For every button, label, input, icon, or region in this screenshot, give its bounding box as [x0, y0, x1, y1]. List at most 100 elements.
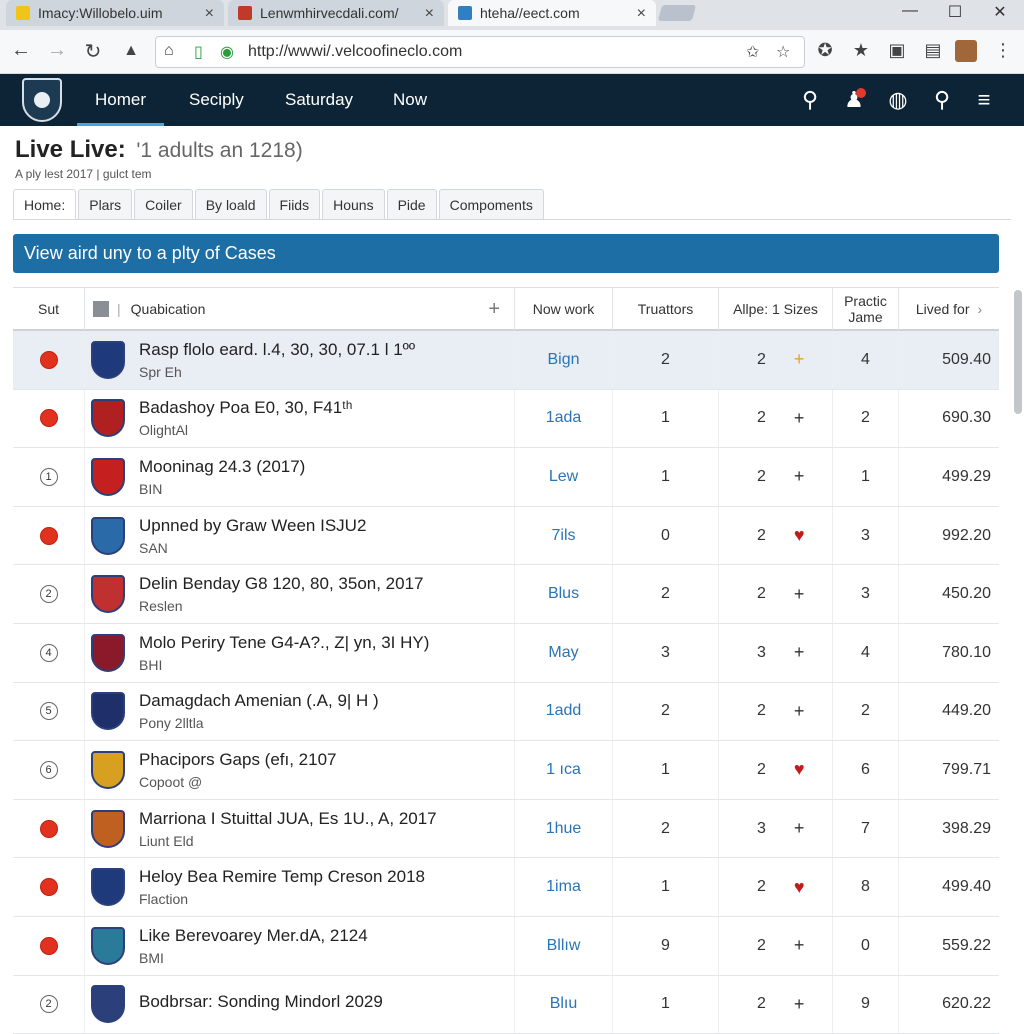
table-row[interactable]: 6 Phacipors Gaps (efı, 2107 Copoot @ 1 ıca 1… — [13, 741, 999, 800]
tab-fiids[interactable]: Fiids — [268, 189, 321, 219]
table-row[interactable]: 2 Bodbrsar: Sonding Mindorl 2029 Blıu 1 2 +9 6… — [13, 975, 999, 1034]
site-info-icon[interactable]: ◉ — [220, 42, 234, 62]
cast-icon[interactable]: ▣ — [884, 40, 910, 61]
row-title[interactable]: Mooninag 24.3 (2017) — [139, 457, 305, 477]
name-cell[interactable]: Damagdach Amenian (.A, 9| H ) Pony 2lltla — [85, 682, 515, 741]
heart-icon[interactable]: ♥ — [794, 877, 805, 898]
nav-home[interactable]: Homer — [76, 90, 165, 126]
now-work-cell[interactable]: 1add — [515, 682, 613, 741]
forward-arrow-icon[interactable]: → — [44, 39, 70, 62]
name-cell[interactable]: Molo Periry Tene G4-A?., Z| yn, 3I HY) BH… — [85, 623, 515, 682]
chevron-right-icon[interactable]: › — [978, 301, 983, 317]
browser-tab-active[interactable]: hteha//eect.com × — [448, 0, 656, 26]
now-work-cell[interactable]: Lew — [515, 448, 613, 506]
row-title[interactable]: Heloy Bea Remire Temp Creson 2018 — [139, 867, 425, 887]
tab-plars[interactable]: Plars — [78, 189, 133, 219]
nav-seciply[interactable]: Seciply — [189, 90, 244, 110]
tab-houns[interactable]: Houns — [322, 189, 385, 219]
now-work-cell[interactable]: Blıu — [515, 975, 613, 1034]
row-title[interactable]: Like Berevoarey Mer.dA, 2124 — [139, 926, 368, 946]
name-cell[interactable]: Heloy Bea Remire Temp Creson 2018 Flactio… — [85, 858, 515, 916]
tab-by-loald[interactable]: By loald — [194, 189, 267, 219]
now-work-cell[interactable]: 1 ıca — [515, 741, 613, 799]
close-icon[interactable]: × — [425, 5, 434, 23]
now-work-cell[interactable]: Bllıw — [515, 916, 613, 975]
now-work-cell[interactable]: Bign — [515, 331, 613, 389]
col-header-truattors[interactable]: Truattors — [613, 288, 719, 330]
heart-icon[interactable]: ♥ — [794, 525, 805, 546]
row-title[interactable]: Bodbrsar: Sonding Mindorl 2029 — [139, 992, 383, 1012]
name-cell[interactable]: Phacipors Gaps (efı, 2107 Copoot @ — [85, 741, 515, 799]
user-icon[interactable]: ◍ — [884, 87, 912, 113]
row-title[interactable]: Rasp flolo eard. l.4, 30, 30, 07.1 l 1ºº — [139, 340, 415, 360]
plus-icon[interactable]: + — [794, 408, 805, 429]
plus-icon[interactable]: + — [794, 994, 805, 1015]
maximize-button[interactable]: ☐ — [940, 2, 970, 22]
reload-icon[interactable]: ↻ — [80, 39, 106, 64]
window-close-button[interactable]: ✕ — [985, 2, 1015, 22]
row-title[interactable]: Badashoy Poa E0, 30, F41ᵗʰ — [139, 398, 352, 418]
plus-icon[interactable]: + — [794, 584, 805, 605]
table-row[interactable]: 4 Molo Periry Tene G4-A?., Z| yn, 3I HY) B… — [13, 623, 999, 683]
now-work-cell[interactable]: 1ima — [515, 858, 613, 916]
now-work-cell[interactable]: 1ada — [515, 389, 613, 448]
scrollbar-thumb[interactable] — [1014, 290, 1022, 414]
nav-now[interactable]: Now — [393, 90, 427, 110]
table-row[interactable]: 2 Delin Benday G8 120, 80, 35on, 2017 Resl… — [13, 565, 999, 624]
col-header-sizes[interactable]: Allpe: 1 Sizes — [719, 288, 833, 330]
table-row[interactable]: Marriona I Stuittal JUA, Es 1U., A, 2017… — [13, 799, 999, 859]
now-work-cell[interactable]: 7ils — [515, 506, 613, 565]
browser-tab[interactable]: Lenwmhirvecdali.com/ × — [228, 0, 444, 26]
name-cell[interactable]: Like Berevoarey Mer.dA, 2124 BMI — [85, 916, 515, 975]
name-cell[interactable]: Rasp flolo eard. l.4, 30, 30, 07.1 l 1ºº… — [85, 331, 515, 389]
row-title[interactable]: Marriona I Stuittal JUA, Es 1U., A, 2017 — [139, 809, 437, 829]
search-icon[interactable]: ⚲ — [928, 87, 956, 113]
name-cell[interactable]: Bodbrsar: Sonding Mindorl 2029 — [85, 975, 515, 1034]
tab-coiler[interactable]: Coiler — [134, 189, 193, 219]
browser-tab[interactable]: Imacy:Willobelo.uim × — [6, 0, 224, 26]
name-cell[interactable]: Upnned by Graw Ween ISJU2 SAN — [85, 506, 515, 565]
row-title[interactable]: Damagdach Amenian (.A, 9| H ) — [139, 691, 379, 711]
col-header-qualification[interactable]: | Quabication + — [85, 288, 515, 330]
name-cell[interactable]: Delin Benday G8 120, 80, 35on, 2017 Resle… — [85, 565, 515, 623]
plus-icon[interactable]: + — [794, 701, 805, 722]
add-column-icon[interactable]: + — [488, 298, 500, 321]
col-header-now-work[interactable]: Now work — [515, 288, 613, 330]
close-icon[interactable]: × — [637, 5, 646, 23]
info-banner[interactable]: View aird uny to a plty of Cases — [13, 234, 999, 273]
sort-icon[interactable] — [93, 301, 109, 317]
avatar[interactable] — [955, 40, 977, 62]
home-icon[interactable]: ⌂ — [164, 42, 174, 60]
name-cell[interactable]: Marriona I Stuittal JUA, Es 1U., A, 2017… — [85, 799, 515, 858]
menu-dots-icon[interactable]: ⋮ — [990, 40, 1016, 61]
plus-icon[interactable]: + — [794, 349, 805, 370]
plus-icon[interactable]: + — [794, 642, 805, 663]
close-icon[interactable]: × — [205, 5, 214, 23]
star-extension-icon[interactable]: ★ — [848, 40, 874, 61]
table-row[interactable]: 1 Mooninag 24.3 (2017) BIN Lew 1 2 +1 499.29 — [13, 448, 999, 507]
plus-icon[interactable]: + — [794, 818, 805, 839]
col-header-practic[interactable]: Practic Jame — [833, 288, 899, 330]
row-title[interactable]: Molo Periry Tene G4-A?., Z| yn, 3I HY) — [139, 633, 429, 653]
table-row[interactable]: Rasp flolo eard. l.4, 30, 30, 07.1 l 1ºº… — [13, 331, 999, 390]
now-work-cell[interactable]: 1hue — [515, 799, 613, 858]
site-logo[interactable] — [22, 78, 62, 122]
address-bar[interactable]: ⌂ ▯ ◉ http://wwwi/.velcoofineclo.com ✩ ☆ — [155, 36, 805, 68]
hamburger-menu-icon[interactable]: ≡ — [970, 87, 998, 113]
table-row[interactable]: Like Berevoarey Mer.dA, 2124 BMI Bllıw 9 2 +0… — [13, 916, 999, 976]
extension-icon[interactable]: ✪ — [812, 40, 838, 61]
row-title[interactable]: Delin Benday G8 120, 80, 35on, 2017 — [139, 574, 424, 594]
row-title[interactable]: Phacipors Gaps (efı, 2107 — [139, 750, 337, 770]
bookmark-star-icon[interactable]: ✩ — [746, 42, 759, 62]
plus-icon[interactable]: + — [794, 466, 805, 487]
now-work-cell[interactable]: Blus — [515, 565, 613, 623]
name-cell[interactable]: Mooninag 24.3 (2017) BIN — [85, 448, 515, 506]
name-cell[interactable]: Badashoy Poa E0, 30, F41ᵗʰ OlightAl — [85, 389, 515, 448]
star-icon[interactable]: ☆ — [776, 42, 790, 62]
new-tab-button[interactable] — [657, 5, 697, 21]
row-title[interactable]: Upnned by Graw Ween ISJU2 — [139, 516, 366, 536]
tab-compoments[interactable]: Compoments — [438, 189, 544, 219]
tab-home[interactable]: Home: — [13, 189, 77, 220]
table-row[interactable]: Upnned by Graw Ween ISJU2 SAN 7ils 0 2 ♥ 3 992.… — [13, 506, 999, 566]
col-header-lived-for[interactable]: Lived for › — [899, 288, 999, 330]
